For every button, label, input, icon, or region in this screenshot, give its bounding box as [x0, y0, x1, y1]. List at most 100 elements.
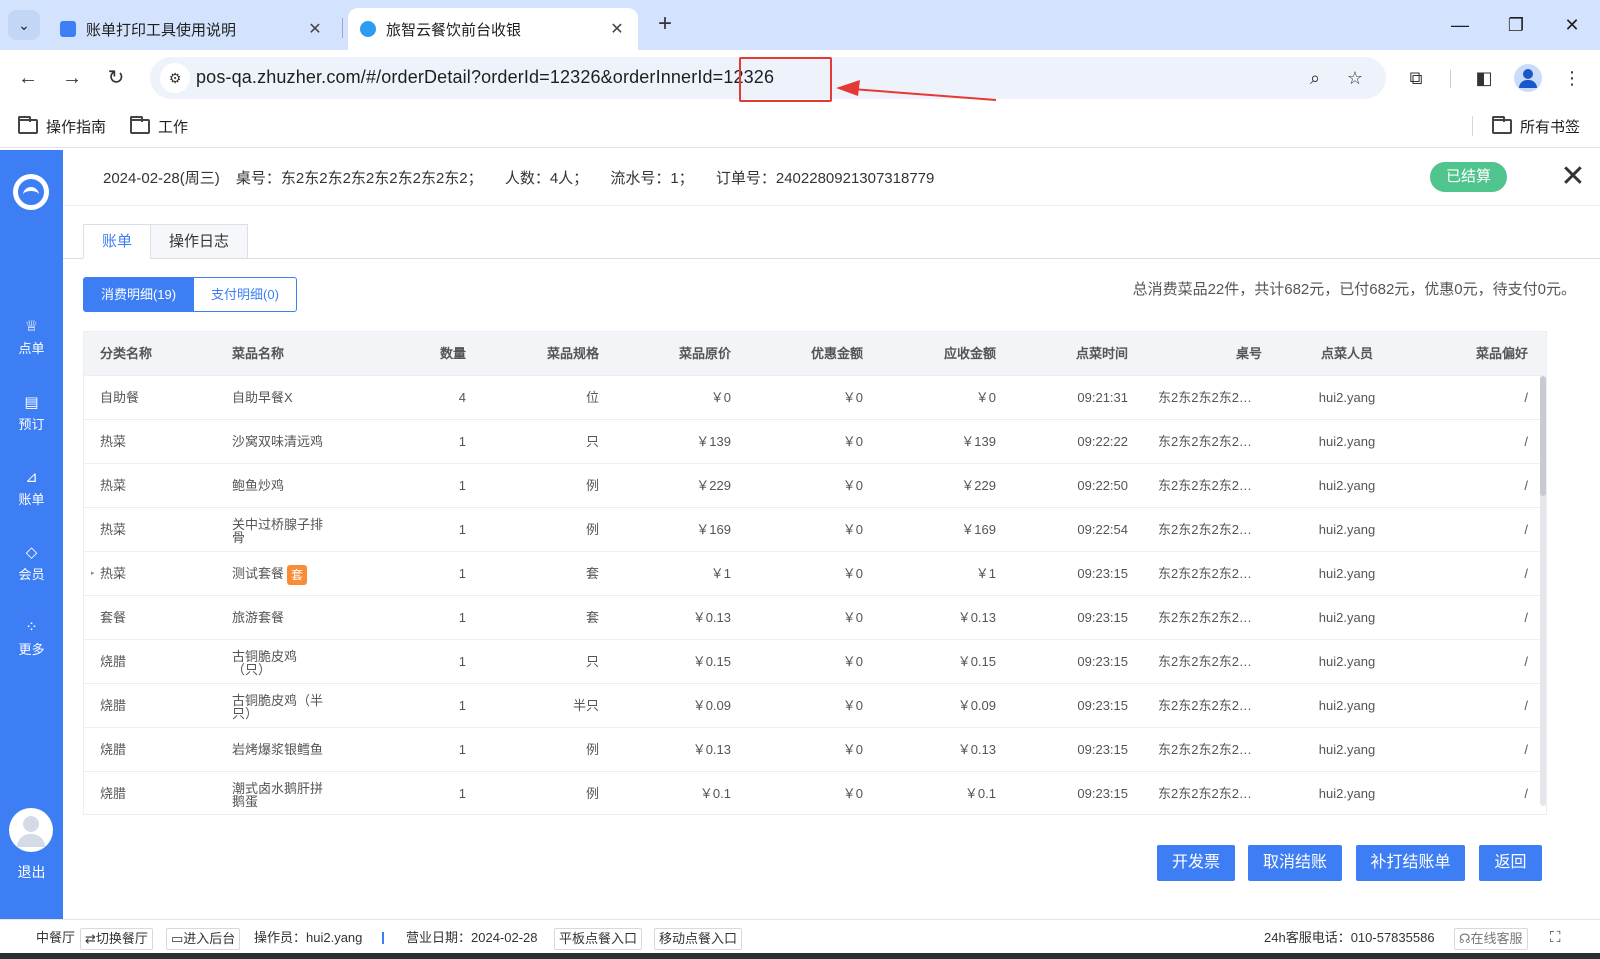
staff-cell: hui2.yang — [1318, 478, 1376, 493]
back-button[interactable]: 返回 — [1479, 845, 1542, 881]
switch-restaurant-button[interactable]: ⇄切换餐厅 — [80, 928, 153, 950]
category-cell: 热菜 — [100, 434, 127, 449]
site-info-icon[interactable]: ⚙ — [160, 63, 190, 93]
sidebar-item-bill[interactable]: ⊿ 账单 — [0, 469, 63, 508]
online-support-button[interactable]: ☊在线客服 — [1454, 928, 1528, 950]
new-tab-icon[interactable]: + — [652, 12, 678, 38]
column-header: 菜品名称 — [232, 346, 285, 361]
back-icon[interactable]: ← — [12, 62, 44, 94]
restore-icon[interactable]: ❐ — [1496, 8, 1536, 42]
pref-cell: / — [1524, 742, 1528, 757]
table-row[interactable]: ▸ 热菜 测试套餐套 1 套 ￥1 ￥0 ￥1 09:23:15 东2东2东2东… — [84, 552, 1546, 596]
table-row[interactable]: 烧腊 岩烤爆浆银鳕鱼 1 例 ￥0.13 ￥0 ￥0.13 09:23:15 东… — [84, 728, 1546, 772]
column-header: 点菜人员 — [1320, 346, 1373, 361]
category-cell: 烧腊 — [100, 654, 127, 669]
mobile-entry-button[interactable]: 移动点餐入口 — [654, 928, 743, 950]
enter-backend-button[interactable]: ▭进入后台 — [166, 928, 241, 950]
table-row[interactable]: 烧腊 潮式卤水鹅肝拼鹅蛋 1 例 ￥0.1 ￥0 ￥0.1 09:23:15 东… — [84, 772, 1546, 814]
category-cell: 自助餐 — [100, 390, 140, 405]
all-bookmarks-folder[interactable]: 所有书签 — [1492, 116, 1580, 137]
tab-title: 账单打印工具使用说明 — [86, 21, 237, 39]
kebab-menu-icon[interactable]: ⋮ — [1558, 64, 1586, 92]
fullscreen-icon[interactable]: ⛶ — [1550, 928, 1561, 950]
sidebar-item-member[interactable]: ◇ 会员 — [0, 544, 63, 583]
due-cell: ￥0.15 — [957, 654, 996, 669]
expand-row-icon[interactable]: ▸ — [91, 552, 95, 596]
discount-cell: ￥0 — [842, 478, 863, 493]
app-logo — [13, 174, 49, 210]
close-tab-icon[interactable]: ✕ — [608, 19, 626, 39]
reload-icon[interactable]: ↻ — [100, 62, 132, 94]
profile-avatar-icon[interactable] — [1514, 64, 1542, 92]
dish-cell: 旅游套餐 — [232, 610, 285, 625]
time-cell: 09:23:15 — [1077, 786, 1128, 801]
table-row[interactable]: 套餐 旅游套餐 1 套 ￥0.13 ￥0 ￥0.13 09:23:15 东2东2… — [84, 596, 1546, 640]
order-detail-panel: 2024-02-28(周三) 桌号：东2东2东2东2东2东2东2东2； 人数：4… — [63, 150, 1600, 919]
segment-consumption-detail[interactable]: 消费明细(19) — [83, 277, 194, 312]
price-cell: ￥0.09 — [692, 698, 731, 713]
discount-cell: ￥0 — [842, 610, 863, 625]
discount-cell: ￥0 — [842, 566, 863, 581]
browser-tab-1[interactable]: 账单打印工具使用说明 ✕ — [48, 8, 336, 50]
app-favicon-icon — [360, 21, 376, 37]
star-icon[interactable]: ☆ — [1342, 65, 1368, 91]
tab-operation-log[interactable]: 操作日志 — [150, 224, 248, 259]
invoice-button[interactable]: 开发票 — [1157, 845, 1235, 881]
category-cell: 烧腊 — [100, 742, 127, 757]
reprint-receipt-button[interactable]: 补打结账单 — [1356, 845, 1465, 881]
table-row[interactable]: 烧腊 古铜脆皮鸡（只） 1 只 ￥0.15 ￥0 ￥0.15 09:23:15 … — [84, 640, 1546, 684]
zoom-icon[interactable]: ⌕ — [1302, 65, 1328, 91]
due-cell: ￥229 — [961, 478, 996, 493]
table-row[interactable]: 热菜 鲍鱼炒鸡 1 例 ￥229 ￥0 ￥229 09:22:50 东2东2东2… — [84, 464, 1546, 508]
side-panel-icon[interactable]: ◧ — [1470, 64, 1498, 92]
table-row[interactable]: 自助餐 自助早餐X 4 位 ￥0 ￥0 ￥0 09:21:31 东2东2东2东2… — [84, 376, 1546, 420]
price-cell: ￥0.15 — [692, 654, 731, 669]
table-no-cell: 东2东2东2东2… — [1158, 390, 1252, 405]
browser-tab-2[interactable]: 旅智云餐饮前台收银 ✕ — [348, 8, 638, 50]
time-cell: 09:22:54 — [1077, 522, 1128, 537]
tab-search-button[interactable]: ⌄ — [8, 10, 40, 40]
qty-cell: 1 — [458, 434, 466, 449]
time-cell: 09:22:50 — [1077, 478, 1128, 493]
sidebar-item-order[interactable]: ♕ 点单 — [0, 318, 63, 357]
table-scrollbar[interactable] — [1540, 376, 1546, 806]
staff-cell: hui2.yang — [1318, 654, 1376, 669]
staff-cell: hui2.yang — [1318, 434, 1376, 449]
table-row[interactable]: 热菜 沙窝双味清远鸡 1 只 ￥139 ￥0 ￥139 09:22:22 东2东… — [84, 420, 1546, 464]
staff-cell: hui2.yang — [1318, 610, 1376, 625]
sidebar-item-more[interactable]: ⁘ 更多 — [0, 619, 63, 658]
price-cell: ￥0.1 — [699, 786, 731, 801]
segment-payment-detail[interactable]: 支付明细(0) — [193, 277, 297, 312]
logout-button[interactable]: 退出 — [0, 862, 63, 882]
detail-tabs: 账单 操作日志 — [63, 224, 1600, 259]
pref-cell: / — [1524, 566, 1528, 581]
qty-cell: 1 — [458, 478, 466, 493]
spec-cell: 套 — [585, 610, 599, 625]
minimize-icon[interactable]: — — [1440, 8, 1480, 42]
user-avatar[interactable] — [9, 808, 53, 852]
tab-bill[interactable]: 账单 — [83, 224, 151, 259]
discount-cell: ￥0 — [842, 742, 863, 757]
close-tab-icon[interactable]: ✕ — [306, 19, 324, 39]
tablet-entry-button[interactable]: 平板点餐入口 — [554, 928, 643, 950]
price-cell: ￥0 — [710, 390, 731, 405]
table-row[interactable]: 烧腊 古铜脆皮鸡（半只） 1 半只 ￥0.09 ￥0 ￥0.09 09:23:1… — [84, 684, 1546, 728]
spec-cell: 例 — [585, 786, 599, 801]
qty-cell: 1 — [458, 566, 466, 581]
book-icon: ▤ — [24, 394, 39, 411]
doc-favicon-icon — [60, 21, 76, 37]
forward-icon[interactable]: → — [56, 62, 88, 94]
close-window-icon[interactable]: ✕ — [1552, 8, 1592, 42]
table-no-cell: 东2东2东2东2… — [1158, 698, 1252, 713]
time-cell: 09:23:15 — [1077, 698, 1128, 713]
bookmark-folder[interactable]: 工作 — [130, 116, 188, 137]
url-text[interactable]: pos-qa.zhuzher.com/#/orderDetail?orderId… — [196, 67, 774, 88]
due-cell: ￥0.13 — [957, 742, 996, 757]
table-row[interactable]: 热菜 关中过桥腺子排骨 1 例 ￥169 ￥0 ￥169 09:22:54 东2… — [84, 508, 1546, 552]
close-icon[interactable]: ✕ — [1558, 162, 1588, 192]
sidebar-item-reservation[interactable]: ▤ 预订 — [0, 394, 63, 433]
extensions-icon[interactable]: ⧉ — [1402, 64, 1430, 92]
bookmark-folder[interactable]: 操作指南 — [18, 116, 106, 137]
cancel-checkout-button[interactable]: 取消结账 — [1248, 845, 1342, 881]
qty-cell: 1 — [458, 786, 466, 801]
